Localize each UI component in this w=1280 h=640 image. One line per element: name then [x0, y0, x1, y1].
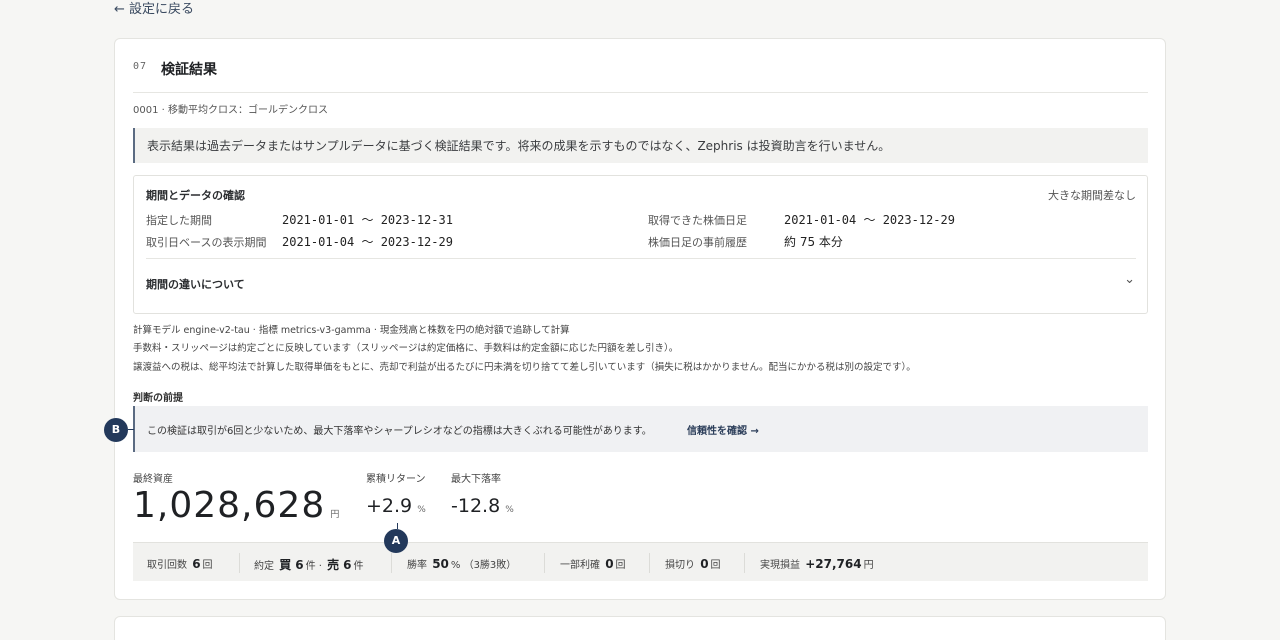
- max-drawdown-label: 最大下落率: [451, 474, 501, 485]
- max-drawdown-unit: %: [505, 505, 514, 515]
- divider: [133, 92, 1148, 93]
- stat-fills: 約定 買6件 · 売6件: [254, 558, 364, 572]
- period-value: 約 75 本分: [784, 235, 843, 249]
- trade-stats-bar: 取引回数 6回 約定 買6件 · 売6件 勝率 50% （3勝3敗） 一部利確 …: [133, 542, 1148, 581]
- final-assets: 1,028,628 円: [133, 485, 339, 526]
- stat-separator: [649, 553, 650, 573]
- max-drawdown: -12.8 %: [451, 495, 514, 517]
- period-value: 2021-01-01 〜 2023-12-31: [282, 213, 453, 227]
- period-label: 指定した期間: [146, 214, 212, 227]
- stat-realized-pnl: 実現損益 +27,764 円: [760, 557, 874, 571]
- stat-separator: [544, 553, 545, 573]
- period-value: 2021-01-04 〜 2023-12-29: [784, 213, 955, 227]
- strategy-breadcrumb: 0001 · 移動平均クロス：ゴールデンクロス: [133, 105, 328, 116]
- period-label: 株価日足の事前履歴: [648, 236, 747, 249]
- period-label: 取得できた株価日足: [648, 214, 747, 227]
- stat-partial-profit: 一部利確 0回: [560, 557, 626, 571]
- divider: [146, 258, 1136, 259]
- check-reliability-link[interactable]: 信頼性を確認 →: [687, 422, 759, 437]
- tax-line: 譲渡益への税は、総平均法で計算した取得単価をもとに、売却で利益が出るたびに円未満…: [133, 362, 916, 373]
- stat-win-rate: 勝率 50% （3勝3敗）: [407, 557, 517, 571]
- cumulative-return-label: 累積リターン: [366, 474, 426, 485]
- period-box-title: 期間とデータの確認: [146, 189, 245, 202]
- annotation-marker-b: B: [104, 418, 128, 442]
- cumulative-return: +2.9 %: [366, 495, 426, 517]
- premise-notice: この検証は取引が6回と少ないため、最大下落率やシャープレシオなどの指標は大きくぶ…: [133, 406, 1148, 452]
- calc-model-line: 計算モデル engine-v2-tau · 指標 metrics-v3-gamm…: [133, 325, 570, 336]
- marker-leader-line: [128, 429, 134, 430]
- premise-heading: 判断の前提: [133, 393, 183, 404]
- chevron-down-icon[interactable]: ⌄: [1124, 272, 1135, 287]
- fee-slippage-line: 手数料・スリッページは約定ごとに反映しています（スリッページは約定価格に、手数料…: [133, 343, 679, 354]
- period-value: 2021-01-04 〜 2023-12-29: [282, 235, 453, 249]
- premise-text: この検証は取引が6回と少ないため、最大下落率やシャープレシオなどの指標は大きくぶ…: [147, 426, 652, 437]
- period-difference-accordion[interactable]: 期間の違いについて: [146, 276, 245, 292]
- period-box-note: 大きな期間差なし: [1048, 189, 1136, 202]
- cumulative-return-unit: %: [417, 505, 426, 515]
- final-assets-value: 1,028,628: [133, 485, 326, 526]
- back-to-settings-link[interactable]: ← 設定に戻る: [114, 0, 194, 17]
- annotation-marker-a: A: [384, 529, 408, 553]
- cumulative-return-value: +2.9: [366, 495, 413, 517]
- max-drawdown-value: -12.8: [451, 495, 501, 517]
- final-assets-label: 最終資産: [133, 474, 173, 485]
- disclaimer-notice: 表示結果は過去データまたはサンプルデータに基づく検証結果です。将来の成果を示すも…: [133, 128, 1148, 163]
- next-section-card: [114, 616, 1166, 640]
- stat-separator: [744, 553, 745, 573]
- period-check-box: 期間とデータの確認 大きな期間差なし 指定した期間 2021-01-01 〜 2…: [133, 175, 1148, 314]
- result-card: 07 検証結果 0001 · 移動平均クロス：ゴールデンクロス 表示結果は過去デ…: [114, 38, 1166, 600]
- stat-stop-loss: 損切り 0回: [665, 557, 721, 571]
- section-number: 07: [133, 61, 148, 72]
- stat-separator: [391, 553, 392, 573]
- section-title: 検証結果: [161, 62, 217, 78]
- period-label: 取引日ベースの表示期間: [146, 236, 267, 249]
- stat-trades: 取引回数 6回: [147, 557, 213, 571]
- stat-separator: [239, 553, 240, 573]
- final-assets-unit: 円: [330, 510, 340, 520]
